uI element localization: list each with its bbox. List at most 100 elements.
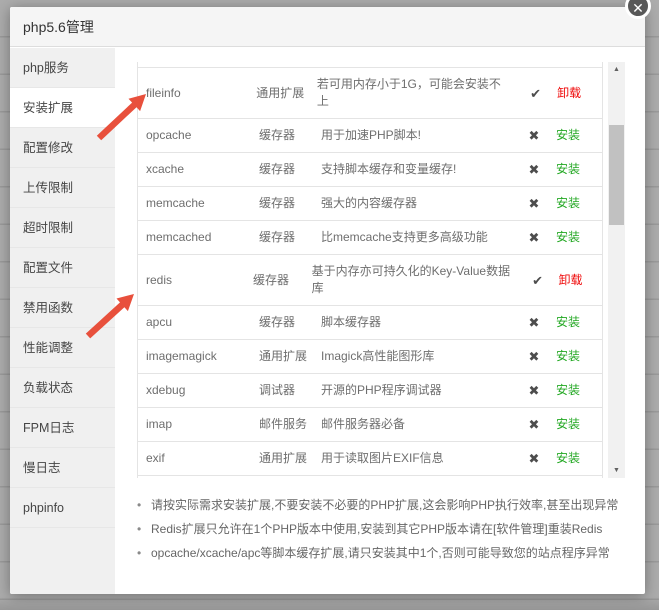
extension-row: opcache 缓存器 用于加速PHP脚本! ✖ 安装 xyxy=(138,119,602,153)
extension-description: 用于加速PHP脚本! xyxy=(321,127,512,144)
sidebar-item-label: 配置修改 xyxy=(23,141,73,155)
sidebar-item-label: 性能调整 xyxy=(23,341,73,355)
action-link[interactable]: 安装 xyxy=(556,128,580,142)
sidebar-item-label: 超时限制 xyxy=(23,221,73,235)
extension-description: 强大的内容缓存器 xyxy=(321,195,512,212)
action-link[interactable]: 安装 xyxy=(556,349,580,363)
extension-type: 缓存器 xyxy=(253,272,312,289)
sidebar-item[interactable]: 超时限制 xyxy=(10,208,115,248)
extension-row: imagemagick 通用扩展 Imagick高性能图形库 ✖ 安装 xyxy=(138,340,602,374)
extension-table: fileinfo 通用扩展 若可用内存小于1G，可能会安装不上 ✔ 卸载 opc… xyxy=(137,62,603,478)
action-link[interactable]: 安装 xyxy=(556,451,580,465)
extension-name: imap xyxy=(138,416,259,433)
sidebar-item[interactable]: 配置文件 xyxy=(10,248,115,288)
action-link[interactable]: 卸载 xyxy=(558,273,582,287)
backdrop-shade xyxy=(0,596,659,610)
extension-description: 开源的PHP程序调试器 xyxy=(321,382,512,399)
sidebar-item[interactable]: 负载状态 xyxy=(10,368,115,408)
extension-action: 安装 xyxy=(556,382,602,399)
extension-type: 调试器 xyxy=(259,382,321,399)
extension-description: 基于内存亦可持久化的Key-Value数据库 xyxy=(312,263,517,297)
extension-name: memcache xyxy=(138,195,259,212)
extension-name: exif xyxy=(138,450,259,467)
extension-name: xdebug xyxy=(138,382,259,399)
bullet-icon: • xyxy=(137,493,151,517)
extension-name: imagemagick xyxy=(138,348,259,365)
extension-action: 安装 xyxy=(556,195,602,212)
extension-description: 用于读取图片EXIF信息 xyxy=(321,450,512,467)
action-link[interactable]: 安装 xyxy=(556,196,580,210)
php-manage-dialog: ✕ php5.6管理 php服务 安装扩展 配置修改 上传限制 超时限制 配置文… xyxy=(10,7,645,594)
install-status-icon: ✖ xyxy=(512,127,556,144)
sidebar-item[interactable]: phpinfo xyxy=(10,488,115,528)
extension-name: memcached xyxy=(138,229,259,246)
sidebar-item-label: php服务 xyxy=(23,61,69,75)
extension-name: apcu xyxy=(138,314,259,331)
install-status-icon: ✖ xyxy=(512,416,556,433)
extension-type: 缓存器 xyxy=(259,161,321,178)
sidebar-item-label: 禁用函数 xyxy=(23,301,73,315)
sidebar-item[interactable]: 性能调整 xyxy=(10,328,115,368)
extension-action: 安装 xyxy=(556,416,602,433)
install-status-icon: ✖ xyxy=(512,450,556,467)
bullet-icon: • xyxy=(137,541,151,565)
install-status-icon: ✖ xyxy=(512,314,556,331)
note-item: • 请按实际需求安装扩展,不要安装不必要的PHP扩展,这会影响PHP执行效率,甚… xyxy=(137,493,629,517)
sidebar-item[interactable]: 上传限制 xyxy=(10,168,115,208)
extension-type: 通用扩展 xyxy=(259,348,321,365)
extension-type: 通用扩展 xyxy=(259,450,321,467)
sidebar-item-label: FPM日志 xyxy=(23,421,74,435)
bullet-icon: • xyxy=(137,517,151,541)
sidebar-item[interactable]: FPM日志 xyxy=(10,408,115,448)
extension-action: 卸载 xyxy=(558,272,602,289)
extension-name: opcache xyxy=(138,127,259,144)
scroll-up-icon[interactable]: ▲ xyxy=(608,62,625,77)
extension-name: fileinfo xyxy=(138,85,256,102)
extension-name: redis xyxy=(138,272,253,289)
install-status-icon: ✖ xyxy=(512,229,556,246)
sidebar-item-label: 安装扩展 xyxy=(23,101,73,115)
extension-type: 邮件服务 xyxy=(259,416,321,433)
sidebar-item[interactable]: 禁用函数 xyxy=(10,288,115,328)
action-link[interactable]: 安装 xyxy=(556,162,580,176)
extension-row: imap 邮件服务 邮件服务器必备 ✖ 安装 xyxy=(138,408,602,442)
action-link[interactable]: 安装 xyxy=(556,315,580,329)
extension-row: exif 通用扩展 用于读取图片EXIF信息 ✖ 安装 xyxy=(138,442,602,476)
note-text: opcache/xcache/apc等脚本缓存扩展,请只安装其中1个,否则可能导… xyxy=(151,541,610,565)
extension-type: 缓存器 xyxy=(259,127,321,144)
extension-description: 邮件服务器必备 xyxy=(321,416,512,433)
install-status-icon: ✖ xyxy=(512,195,556,212)
extension-row: xdebug 调试器 开源的PHP程序调试器 ✖ 安装 xyxy=(138,374,602,408)
extension-action: 安装 xyxy=(556,161,602,178)
extension-row: fileinfo 通用扩展 若可用内存小于1G，可能会安装不上 ✔ 卸载 xyxy=(138,68,602,119)
sidebar-item-label: phpinfo xyxy=(23,501,64,515)
action-link[interactable]: 卸载 xyxy=(557,86,581,100)
dialog-titlebar: php5.6管理 xyxy=(10,7,645,47)
action-link[interactable]: 安装 xyxy=(556,383,580,397)
sidebar-item[interactable]: php服务 xyxy=(10,48,115,88)
extension-row: memcache 缓存器 强大的内容缓存器 ✖ 安装 xyxy=(138,187,602,221)
extension-description: 若可用内存小于1G，可能会安装不上 xyxy=(317,76,514,110)
extension-action: 安装 xyxy=(556,348,602,365)
extension-description: Imagick高性能图形库 xyxy=(321,348,512,365)
sidebar-item[interactable]: 慢日志 xyxy=(10,448,115,488)
scroll-down-icon[interactable]: ▼ xyxy=(608,463,625,478)
extension-row: redis 缓存器 基于内存亦可持久化的Key-Value数据库 ✔ 卸载 xyxy=(138,255,602,306)
sidebar-item[interactable]: 配置修改 xyxy=(10,128,115,168)
install-status-icon: ✖ xyxy=(512,382,556,399)
action-link[interactable]: 安装 xyxy=(556,230,580,244)
note-text: Redis扩展只允许在1个PHP版本中使用,安装到其它PHP版本请在[软件管理]… xyxy=(151,517,602,541)
note-text: 请按实际需求安装扩展,不要安装不必要的PHP扩展,这会影响PHP执行效率,甚至出… xyxy=(151,493,618,517)
install-status-icon: ✖ xyxy=(512,161,556,178)
extension-description: 支持脚本缓存和变量缓存! xyxy=(321,161,512,178)
table-scrollbar[interactable]: ▲ ▼ xyxy=(608,62,625,478)
note-item: • Redis扩展只允许在1个PHP版本中使用,安装到其它PHP版本请在[软件管… xyxy=(137,517,629,541)
note-item: • opcache/xcache/apc等脚本缓存扩展,请只安装其中1个,否则可… xyxy=(137,541,629,565)
install-status-icon: ✖ xyxy=(512,348,556,365)
action-link[interactable]: 安装 xyxy=(556,417,580,431)
scrollbar-thumb[interactable] xyxy=(609,125,624,225)
sidebar-item-label: 慢日志 xyxy=(23,461,61,475)
sidebar-item[interactable]: 安装扩展 xyxy=(10,88,115,128)
install-status-icon: ✔ xyxy=(517,272,559,289)
sidebar-item-label: 配置文件 xyxy=(23,261,73,275)
